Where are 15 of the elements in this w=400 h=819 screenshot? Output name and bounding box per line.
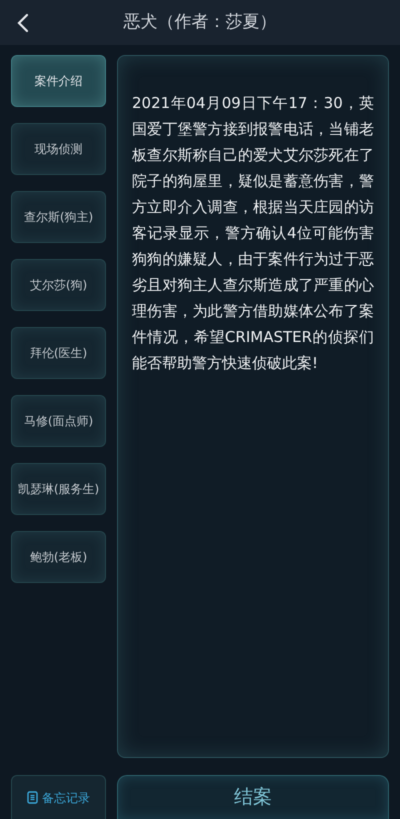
sidebar-tab[interactable]: 现场侦测 (11, 123, 106, 175)
sidebar-tab[interactable]: 马修(面点师) (11, 395, 106, 447)
page-title: 恶犬（作者：莎夏） (124, 10, 276, 34)
close-case-button[interactable]: 结案 (117, 775, 389, 819)
sidebar-tab[interactable]: 案件介绍 (11, 55, 106, 107)
sidebar-tab[interactable]: 鲍勃(老板) (11, 531, 106, 583)
sidebar-tab[interactable]: 艾尔莎(狗) (11, 259, 106, 311)
sidebar-tab[interactable]: 查尔斯(狗主) (11, 191, 106, 243)
case-description: 2021年04月09日下午17：30，英国爱丁堡警方接到报警电话，当铺老板查尔斯称自己的爱犬艾尔莎死在了院子的狗屋里，疑似是蓄意伤害，警方立即介入调查，根据当天庄园的访客记录显示，警方确认4位可能伤害狗狗的嫌疑人，由于案件行为过于恶劣且对狗主人查尔斯造成了严重的心理伤害，为此警方借助媒体公布了案件情况，希望CRIMASTER的侦探们能否帮助警方快速侦破此案! (132, 93, 374, 374)
sidebar-tab[interactable]: 凯瑟琳(服务生) (11, 463, 106, 515)
memo-label: 备忘记录 (42, 790, 90, 806)
sidebar-tab[interactable]: 拜伦(医生) (11, 327, 106, 379)
back-icon (17, 13, 29, 33)
memo-button[interactable]: 备忘记录 (11, 775, 106, 819)
notebook-icon (27, 791, 38, 804)
